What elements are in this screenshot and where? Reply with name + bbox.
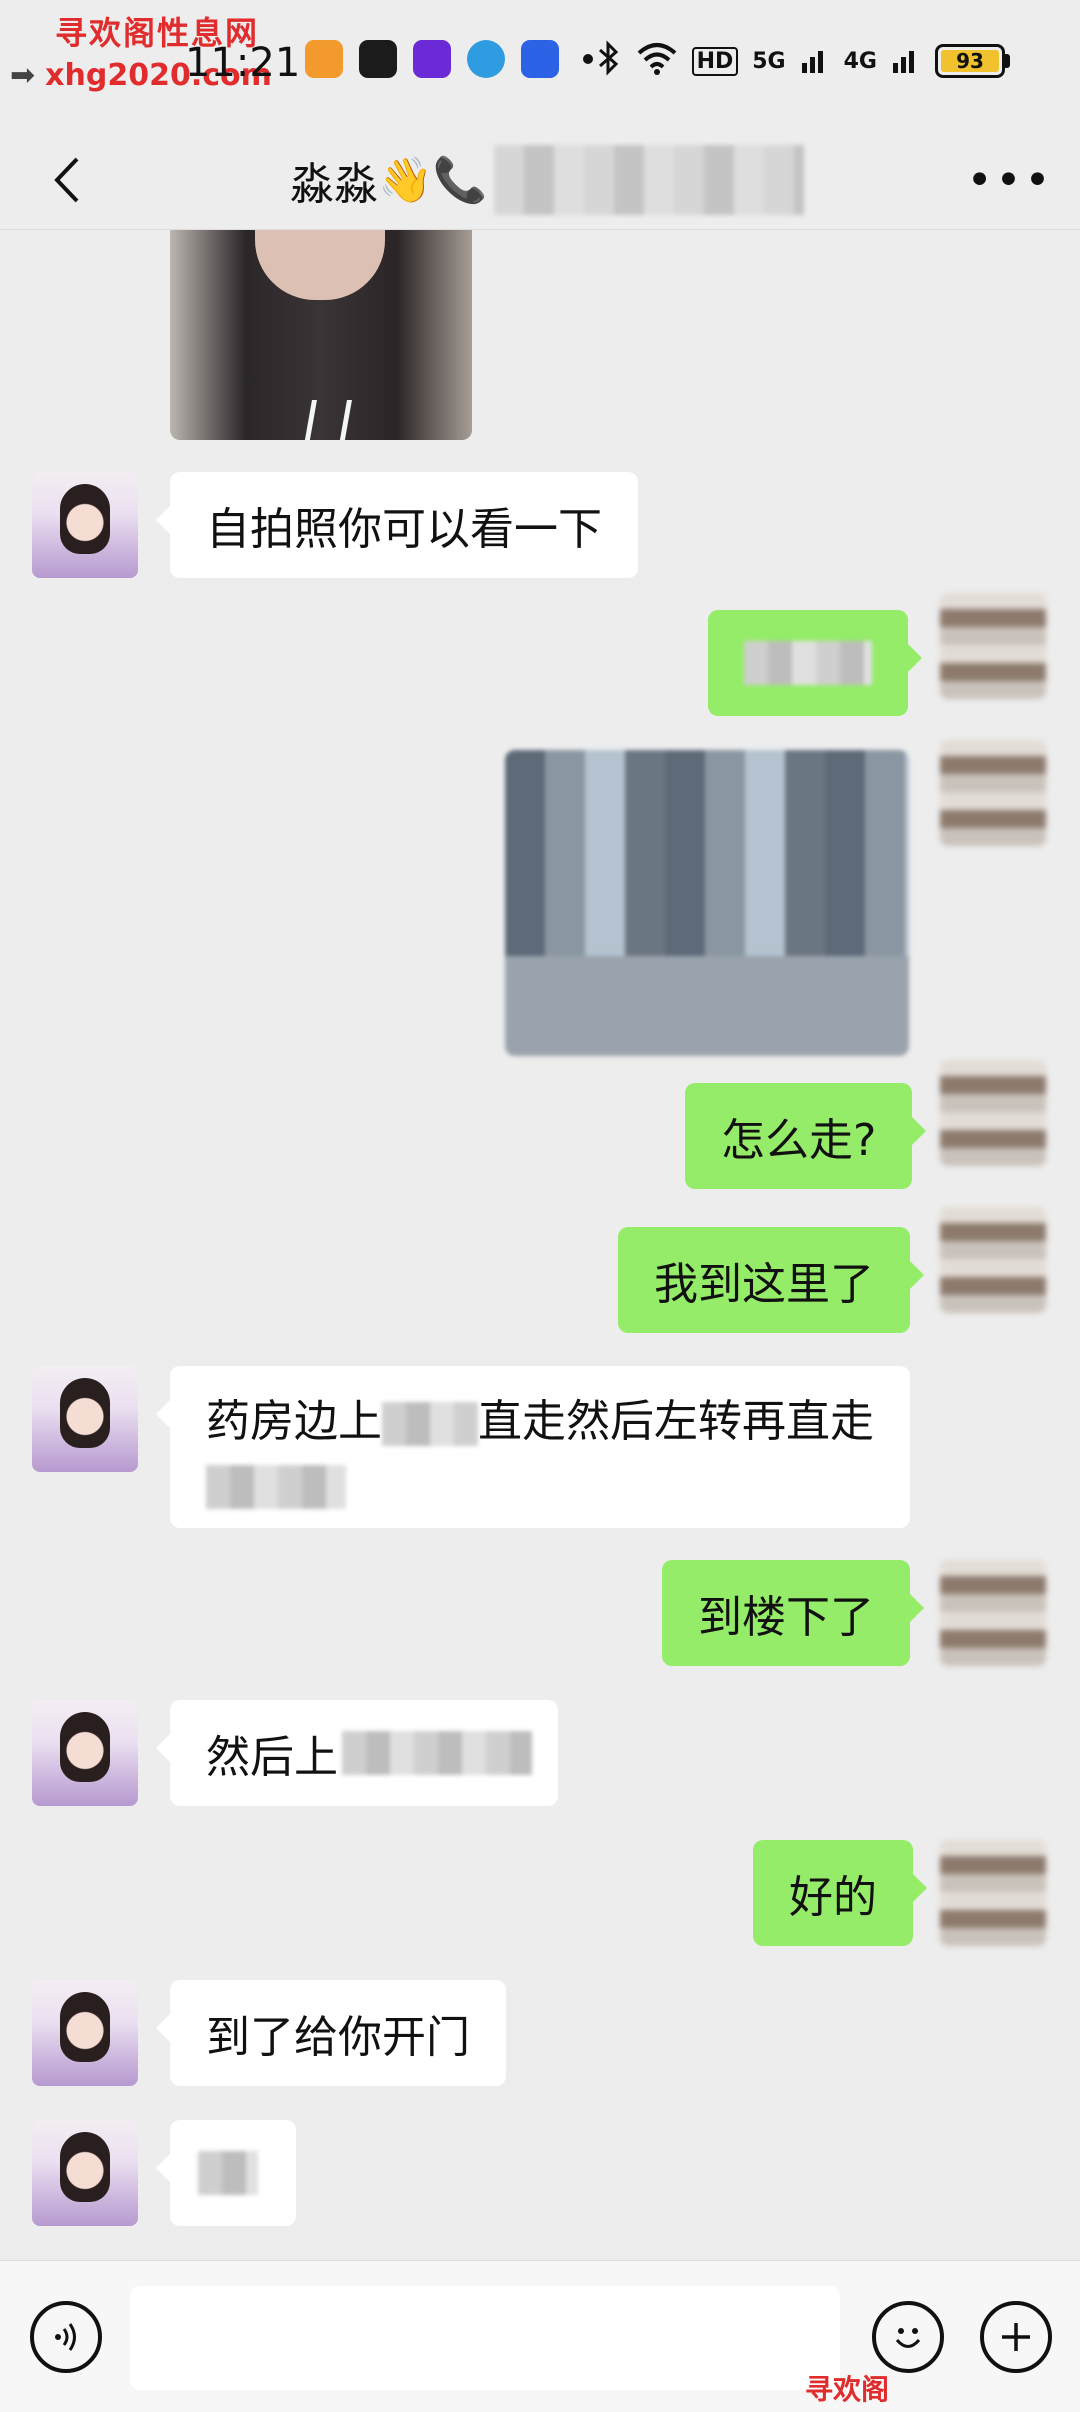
contact-avatar[interactable] [32,1980,138,2086]
my-avatar[interactable] [940,740,1046,846]
status-indicators: HD 5G 4G 93 [596,40,1010,82]
plus-icon [1002,2323,1030,2351]
voice-button[interactable] [30,2301,102,2373]
wifi-icon [636,41,678,81]
message-text-line-1: 药房边上 直走然后左转再直走 [206,1385,874,1449]
signal-bars-icon-2 [891,43,921,79]
my-avatar[interactable] [940,1060,1046,1166]
my-avatar[interactable] [940,1560,1046,1666]
signal-bars-icon [800,43,830,79]
emoji-icon [895,2328,921,2348]
contact-avatar[interactable] [32,2120,138,2226]
message-bubble-sent[interactable]: 怎么走? [685,1083,927,1189]
message-bubble-received[interactable]: 药房边上 直走然后左转再直走 [156,1366,910,1528]
message-text-segment: 药房边上 [206,1395,382,1447]
message-text: 到楼下了 [698,1592,874,1643]
message-bubble-received[interactable]: 到了给你开门 [156,1980,506,2086]
video-app-icon [413,40,451,78]
message-bubble-sent[interactable]: 到楼下了 [662,1560,924,1666]
hd-badge: HD [691,46,739,76]
plus-button[interactable] [980,2301,1052,2373]
battery-indicator: 93 [935,44,1010,78]
message-bubble-received[interactable]: 然后上 [156,1700,558,1806]
redacted-text-block [744,641,872,685]
my-avatar[interactable] [940,1840,1046,1946]
message-bubble-received[interactable]: 自拍照你可以看一下 [156,472,638,578]
contact-avatar[interactable] [32,1700,138,1806]
arrow-icon: ➡ [10,58,36,93]
douyin-icon [359,40,397,78]
emoji-button[interactable] [872,2301,944,2373]
message-bubble-sent[interactable]: 我到这里了 [618,1227,924,1333]
4g-label: 4G [843,48,877,74]
more-button[interactable]: ••• [967,150,1051,210]
message-input[interactable] [130,2286,840,2390]
message-bubble-received[interactable] [156,2120,296,2226]
my-avatar[interactable] [940,1207,1046,1313]
message-text-line-2 [206,1459,346,1510]
message-text: 我到这里了 [654,1259,874,1310]
message-text: 好的 [789,1872,877,1923]
message-text: 怎么走? [721,1115,877,1166]
message-text-segment: 直走然后左转再直走 [478,1395,874,1447]
bluetooth-icon [596,40,622,82]
contact-avatar[interactable] [32,472,138,578]
received-photo[interactable] [170,230,472,440]
sent-photo[interactable] [505,750,909,1056]
voice-icon [55,2323,76,2351]
contact-name: 淼淼 [290,159,378,210]
message-text: 然后上 [206,1732,338,1783]
chat-title: 淼淼 👋📞 [290,140,804,220]
chat-header: 淼淼 👋📞 ••• [0,130,1080,230]
back-button[interactable] [36,150,96,210]
redacted-text-block [342,1731,532,1775]
app-icon-orange [305,40,343,78]
message-bubble-sent[interactable] [708,610,922,716]
redacted-title-block [493,145,804,215]
redacted-text-block [206,1464,346,1509]
redacted-text-block [198,2151,258,2195]
message-text: 到了给你开门 [206,2012,470,2063]
message-bubble-sent[interactable]: 好的 [753,1840,927,1946]
notification-icons [305,40,593,78]
browser-icon [467,40,505,78]
my-avatar[interactable] [940,593,1046,699]
contact-emoji: 👋📞 [378,155,488,206]
watermark-bottom: 寻欢阁xhg521.com [805,2373,997,2412]
contact-avatar[interactable] [32,1366,138,1472]
status-time: 11:21 [185,40,301,86]
5g-label: 5G [752,48,786,74]
redacted-text-block [382,1401,478,1446]
chevron-left-icon [54,157,79,203]
status-bar: 寻欢阁性息网 ➡ xhg2020.com 11:21 HD 5G 4G 93 [0,0,1080,130]
message-list[interactable]: 自拍照你可以看一下 怎么走? 我到这里了 药房边上 直走然后左转再直走 到楼下了 … [0,230,1080,2260]
battery-level: 93 [941,49,999,73]
more-dots-icon: ••• [966,154,1054,206]
notification-dot-icon [583,54,593,64]
message-text: 自拍照你可以看一下 [206,504,602,555]
baidu-icon [521,40,559,78]
